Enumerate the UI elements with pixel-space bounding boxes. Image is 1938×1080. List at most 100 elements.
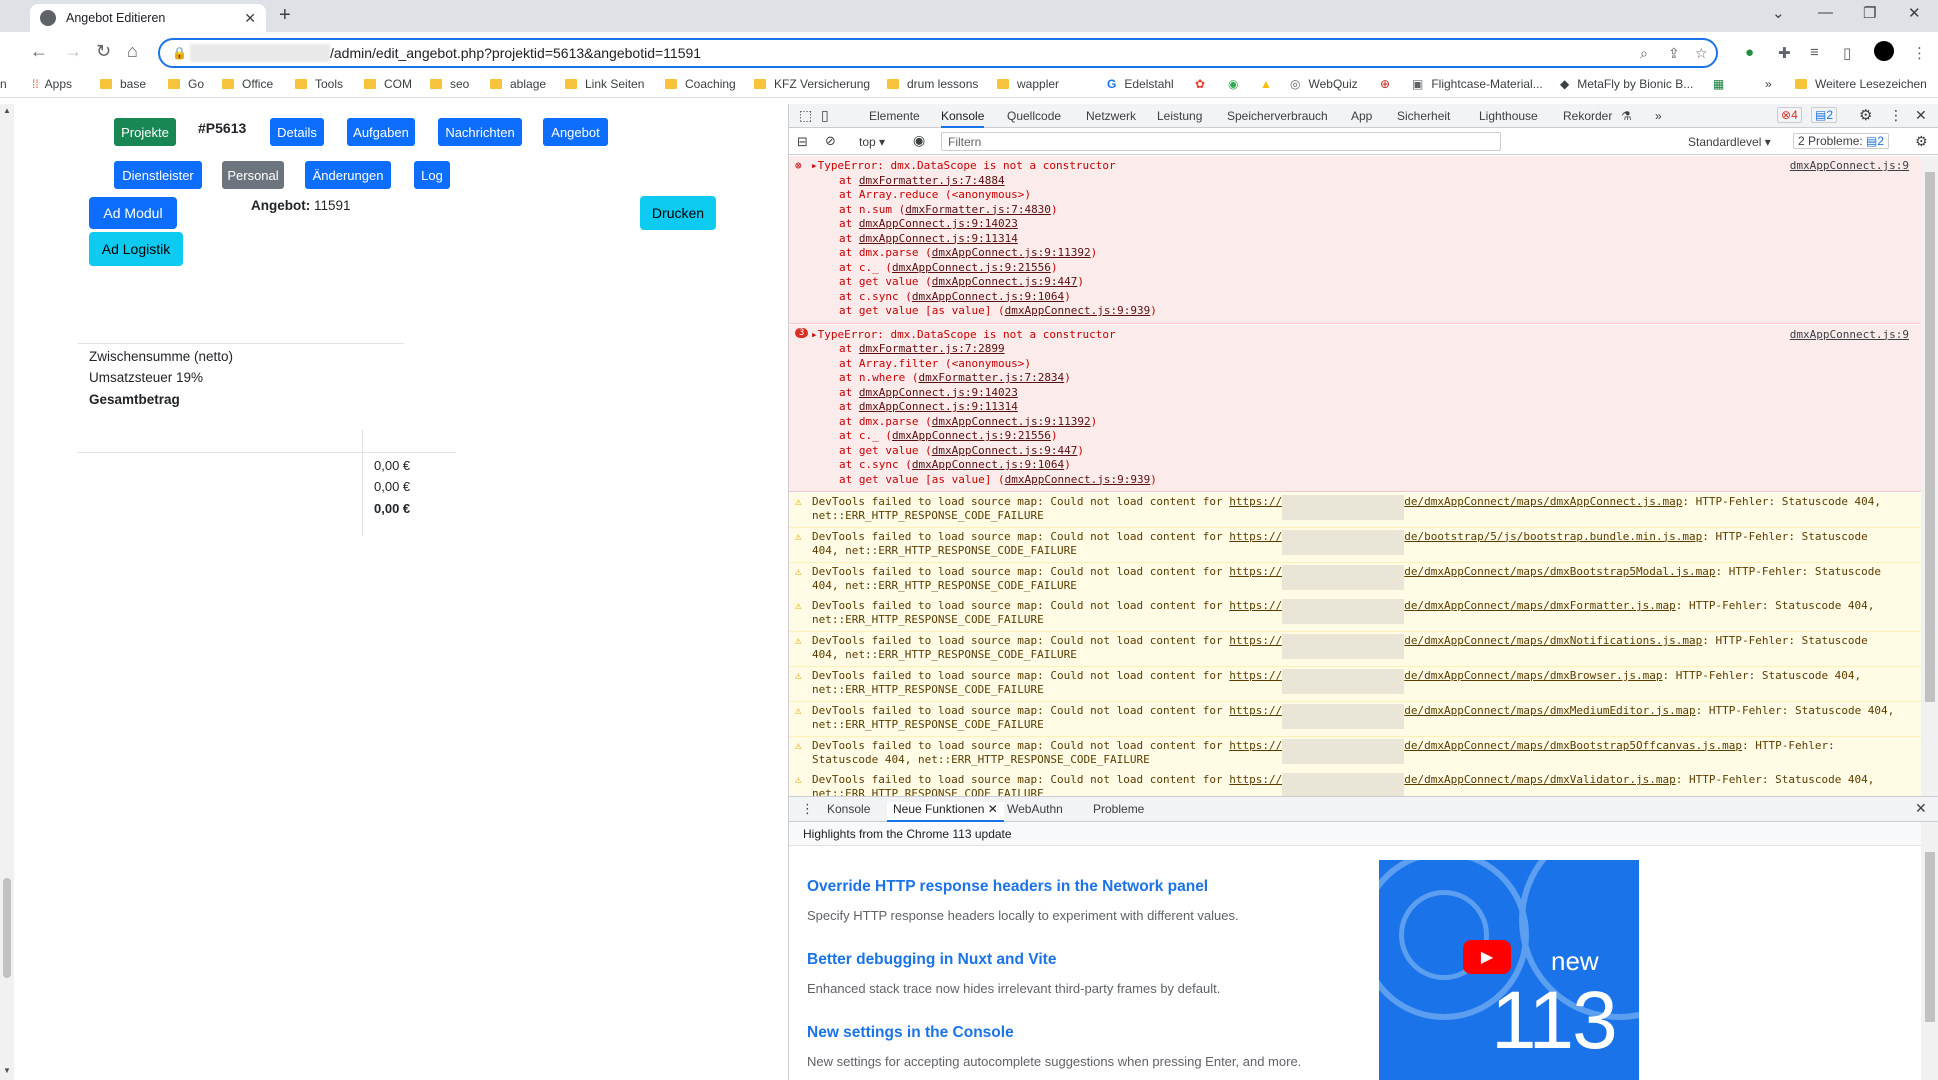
devtools-menu-icon[interactable]: ⋮ — [1889, 107, 1903, 124]
bookmark-metafly[interactable]: ◆ MetaFly by Bionic B... — [1560, 77, 1693, 91]
tab-search-icon[interactable]: ⌄ — [1772, 4, 1785, 22]
context-select[interactable]: top ▾ — [859, 135, 885, 149]
bookmark-wappler[interactable]: wappler — [997, 77, 1059, 91]
stack-frame-link[interactable]: dmxAppConnect.js:9:11314 — [859, 232, 1018, 245]
issues-button[interactable]: 2 Probleme: ▤2 — [1793, 133, 1890, 149]
tab-leistung[interactable]: Leistung — [1157, 109, 1202, 123]
bookmark-apps[interactable]: ⁞⁞ Apps — [32, 77, 72, 91]
tab-speicherverbrauch[interactable]: Speicherverbrauch — [1227, 109, 1328, 123]
console-warning[interactable]: ⚠ DevTools failed to load source map: Cou… — [789, 493, 1921, 528]
live-expression-eye-icon[interactable]: ◉ — [913, 132, 925, 149]
error-title[interactable]: ▸TypeError: dmx.DataScope is not a const… — [811, 159, 1116, 172]
stack-frame-link[interactable]: dmxFormatter.js:7:4884 — [859, 174, 1005, 187]
feature-title-1[interactable]: Override HTTP response headers in the Ne… — [807, 878, 1208, 896]
feature-title-3[interactable]: New settings in the Console — [807, 1024, 1014, 1042]
projekte-button[interactable]: Projekte — [114, 118, 176, 146]
drawer-scrollbar-thumb[interactable] — [1925, 852, 1935, 1022]
feature-title-2[interactable]: Better debugging in Nuxt and Vite — [807, 951, 1056, 969]
drucken-button[interactable]: Drucken — [640, 196, 716, 230]
back-icon[interactable]: ← — [30, 41, 48, 62]
stack-frame-link[interactable]: dmxAppConnect.js:9:1064 — [912, 458, 1064, 471]
warning-url-path[interactable]: de/dmxAppConnect/maps/dmxBootstrap5Modal… — [1404, 565, 1715, 578]
drawer-tab-konsole[interactable]: Konsole — [827, 802, 870, 816]
console-filter-input[interactable]: Filtern — [941, 132, 1501, 151]
bookmark-base[interactable]: base — [100, 77, 146, 91]
bookmark-com[interactable]: COM — [364, 77, 412, 91]
warning-url-path[interactable]: de/dmxAppConnect/maps/dmxBrowser.js.map — [1404, 669, 1662, 682]
warning-url-start[interactable]: https:// — [1229, 704, 1282, 717]
scroll-down-icon[interactable]: ▼ — [3, 1066, 11, 1075]
warning-url-start[interactable]: https:// — [1229, 773, 1282, 786]
ad-modul-button[interactable]: Ad Modul — [89, 197, 177, 229]
tab-app[interactable]: App — [1351, 109, 1372, 123]
bookmark-icon-1[interactable]: ✿ — [1195, 77, 1205, 91]
warning-url-start[interactable]: https:// — [1229, 739, 1282, 752]
bookmark-tools[interactable]: Tools — [295, 77, 343, 91]
console-scrollbar-thumb[interactable] — [1925, 172, 1935, 702]
error-title[interactable]: ▸TypeError: dmx.DataScope is not a const… — [811, 328, 1116, 341]
bookmark-webquiz[interactable]: ◎ WebQuiz — [1290, 77, 1358, 91]
aufgaben-button[interactable]: Aufgaben — [347, 118, 415, 146]
close-window-icon[interactable]: ✕ — [1908, 4, 1921, 22]
bookmark-ablage[interactable]: ablage — [490, 77, 546, 91]
console-warning[interactable]: ⚠ DevTools failed to load source map: Cou… — [789, 632, 1921, 668]
address-bar[interactable]: 🔒 /admin/edit_angebot.php?projektid=5613… — [158, 38, 1718, 68]
forward-icon[interactable]: → — [64, 41, 82, 62]
drawer-tab-webauthn[interactable]: WebAuthn — [1007, 802, 1063, 816]
warning-url-start[interactable]: https:// — [1229, 599, 1282, 612]
expand-triangle-icon[interactable]: ▸ — [811, 159, 818, 172]
bookmark-office[interactable]: Office — [222, 77, 273, 91]
console-scrollbar[interactable] — [1921, 156, 1938, 796]
log-level-select[interactable]: Standardlevel ▾ — [1688, 135, 1771, 149]
inspect-icon[interactable]: ⬚ — [799, 107, 812, 124]
extensions-puzzle-icon[interactable]: ✚ — [1778, 44, 1791, 62]
youtube-play-icon[interactable]: ▶ — [1463, 940, 1511, 974]
tab-elemente[interactable]: Elemente — [869, 109, 920, 123]
warning-url-start[interactable]: https:// — [1229, 634, 1282, 647]
bookmark-sheets-icon[interactable]: ▦ — [1713, 77, 1724, 91]
warning-url-start[interactable]: https:// — [1229, 669, 1282, 682]
bookmark-link-seiten[interactable]: Link Seiten — [565, 77, 644, 91]
console-warning[interactable]: ⚠ DevTools failed to load source map: Cou… — [789, 771, 1921, 796]
angebot-button[interactable]: Angebot — [543, 118, 608, 146]
bookmark-overflow-left[interactable]: n — [0, 77, 7, 91]
bookmark-coaching[interactable]: Coaching — [665, 77, 736, 91]
drawer-tab-neue-funktionen[interactable]: Neue Funktionen ✕ — [887, 802, 1004, 822]
restore-icon[interactable]: ❐ — [1863, 4, 1876, 22]
error-source-link[interactable]: dmxAppConnect.js:9 — [1790, 159, 1909, 172]
clear-console-icon[interactable]: ⊘ — [825, 133, 836, 149]
side-panel-icon[interactable]: ▯ — [1843, 44, 1851, 62]
stack-frame-link[interactable]: dmxFormatter.js:7:2834 — [918, 371, 1064, 384]
extension-green-icon[interactable]: ● — [1745, 44, 1754, 61]
warning-url-path[interactable]: de/bootstrap/5/js/bootstrap.bundle.min.j… — [1404, 530, 1702, 543]
browser-menu-icon[interactable]: ⋮ — [1912, 44, 1927, 62]
stack-frame-link[interactable]: dmxAppConnect.js:9:14023 — [859, 386, 1018, 399]
scroll-up-icon[interactable]: ▲ — [3, 106, 11, 115]
sidebar-toggle-icon[interactable]: ⊟ — [797, 134, 808, 150]
stack-frame-link[interactable]: dmxAppConnect.js:9:21556 — [892, 261, 1051, 274]
bookmark-maps-icon[interactable]: ◉ — [1228, 77, 1238, 91]
warning-url-start[interactable]: https:// — [1229, 565, 1282, 578]
console-settings-icon[interactable]: ⚙ — [1915, 133, 1928, 150]
bookmark-star-icon[interactable]: ☆ — [1695, 45, 1708, 62]
bookmark-edelstahl[interactable]: G Edelstahl — [1107, 77, 1174, 91]
tab-konsole[interactable]: Konsole — [941, 109, 985, 128]
tab-sicherheit[interactable]: Sicherheit — [1397, 109, 1450, 123]
warning-url-start[interactable]: https:// — [1229, 495, 1282, 508]
bookmark-icon-2[interactable]: ⊕ — [1380, 77, 1390, 91]
warning-url-start[interactable]: https:// — [1229, 530, 1282, 543]
console-warning[interactable]: ⚠ DevTools failed to load source map: Cou… — [789, 597, 1921, 633]
bookmark-kfz[interactable]: KFZ Versicherung — [754, 77, 870, 91]
page-scrollbar[interactable]: ▲ ▼ — [0, 104, 14, 1080]
warning-url-path[interactable]: de/dmxAppConnect/maps/dmxFormatter.js.ma… — [1404, 599, 1676, 612]
tab-lighthouse[interactable]: Lighthouse — [1479, 109, 1538, 123]
console-warning[interactable]: ⚠ DevTools failed to load source map: Cou… — [789, 736, 1921, 772]
console-warning[interactable]: ⚠ DevTools failed to load source map: Cou… — [789, 701, 1921, 737]
console-warning[interactable]: ⚠ DevTools failed to load source map: Cou… — [789, 562, 1921, 598]
stack-frame-link[interactable]: dmxFormatter.js:7:2899 — [859, 342, 1005, 355]
nachrichten-button[interactable]: Nachrichten — [438, 118, 522, 146]
bookmarks-overflow-icon[interactable]: » — [1765, 77, 1772, 91]
tab-netzwerk[interactable]: Netzwerk — [1086, 109, 1136, 123]
drawer-scrollbar[interactable] — [1921, 822, 1938, 1080]
drawer-menu-icon[interactable]: ⋮ — [801, 801, 814, 817]
